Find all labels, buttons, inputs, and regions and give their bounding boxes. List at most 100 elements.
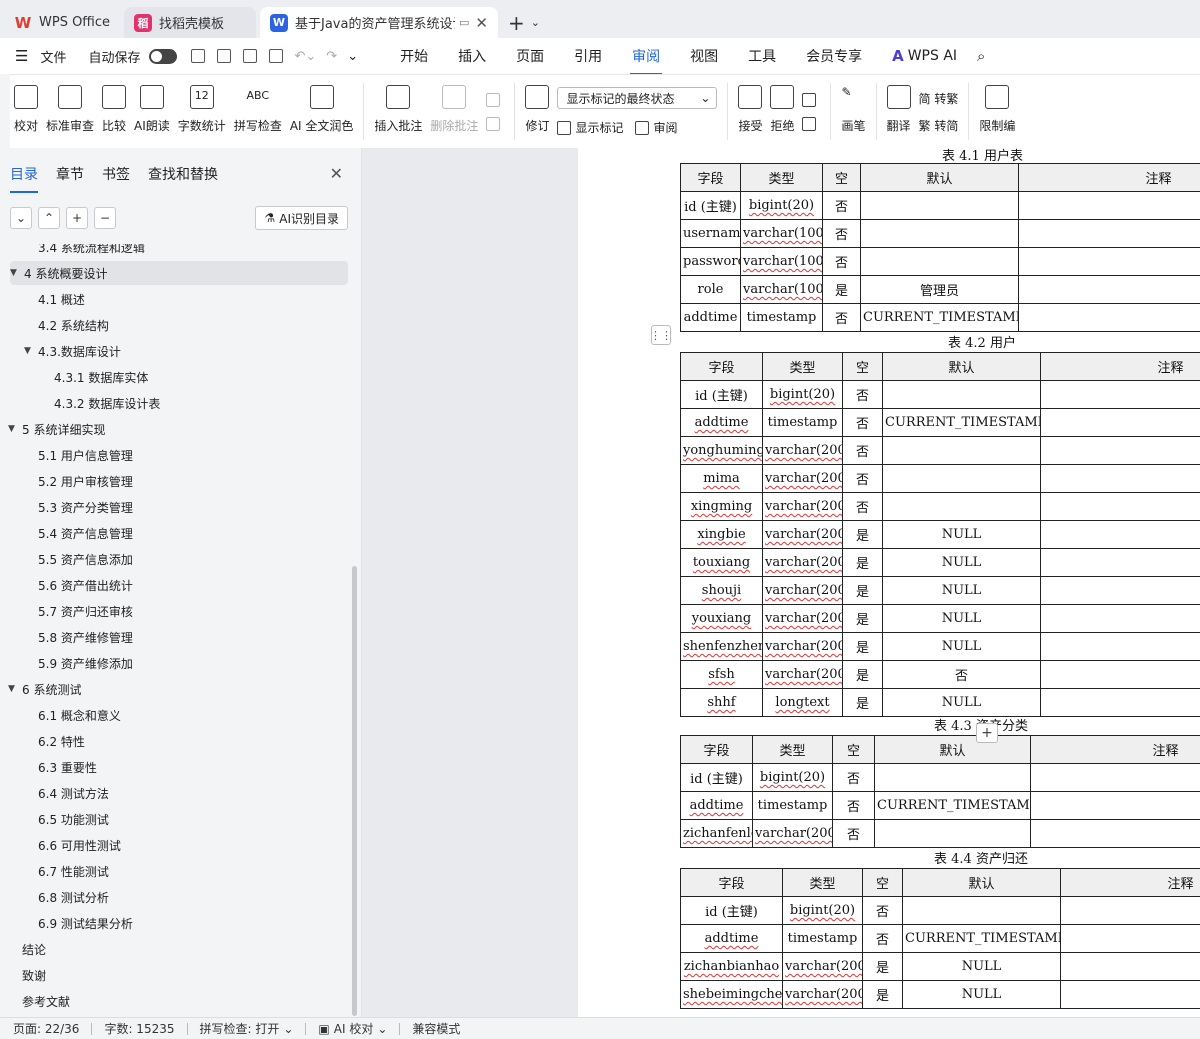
- toc-item[interactable]: 4.1 概述: [0, 287, 340, 311]
- table-cell[interactable]: shhf: [680, 688, 763, 717]
- toc-item[interactable]: 5.8 资产维修管理: [0, 625, 340, 649]
- toc-item[interactable]: 4.3.2 数据库设计表: [0, 391, 340, 415]
- table-cell[interactable]: [860, 247, 1019, 276]
- previous-comment-button[interactable]: [486, 92, 504, 107]
- table-cell[interactable]: mima: [680, 464, 763, 493]
- table-cell[interactable]: varchar(100): [740, 247, 823, 276]
- insert-row-icon[interactable]: +: [976, 723, 998, 743]
- table-cell[interactable]: 创建时间: [1040, 408, 1200, 437]
- table-cell[interactable]: CURRENT_TIMESTAMP: [874, 791, 1031, 820]
- previous-change-button[interactable]: [802, 92, 820, 107]
- table-cell[interactable]: NULL: [882, 576, 1041, 605]
- table-cell[interactable]: [882, 492, 1041, 521]
- table-cell[interactable]: 主键: [1030, 763, 1200, 792]
- table-cell[interactable]: 否: [822, 219, 861, 248]
- table-cell[interactable]: varchar(200): [762, 548, 843, 577]
- table-cell[interactable]: varchar(200): [762, 576, 843, 605]
- table-cell[interactable]: 用户名: [1018, 219, 1200, 248]
- table-cell[interactable]: 是: [842, 632, 883, 661]
- table-cell[interactable]: 性别: [1040, 520, 1200, 549]
- expand-caret-icon[interactable]: ▼: [10, 268, 24, 278]
- wps-ai-button[interactable]: A WPS AI: [877, 47, 972, 65]
- table-cell[interactable]: 创建时间: [1060, 924, 1200, 953]
- table-cell[interactable]: 资产分类: [1030, 819, 1200, 848]
- table-cell[interactable]: 邮箱: [1040, 604, 1200, 633]
- tab-insert[interactable]: 插入: [443, 46, 501, 66]
- share-icon[interactable]: [217, 49, 232, 63]
- to-simplified-button[interactable]: 繁 转简: [919, 117, 959, 134]
- table-cell[interactable]: NULL: [882, 632, 1041, 661]
- toc-item[interactable]: 5.4 资产信息管理: [0, 521, 340, 545]
- table-cell[interactable]: 是: [842, 548, 883, 577]
- table-cell[interactable]: 角色: [1018, 275, 1200, 304]
- expand-caret-icon[interactable]: ▼: [8, 424, 22, 434]
- table-cell[interactable]: 否: [822, 191, 861, 220]
- table-cell[interactable]: 否: [822, 303, 861, 332]
- table-cell[interactable]: varchar(200): [762, 660, 843, 689]
- toc-scrollbar[interactable]: [352, 566, 357, 1016]
- redo-icon[interactable]: ↷: [321, 49, 342, 64]
- toc-item[interactable]: 3.4 系统流程和逻辑: [0, 244, 340, 259]
- toc-item[interactable]: 5.5 资产信息添加: [0, 547, 340, 571]
- new-tab-icon[interactable]: +: [502, 7, 531, 38]
- table-cell[interactable]: 密码: [1040, 464, 1200, 493]
- table-cell[interactable]: NULL: [882, 520, 1041, 549]
- table-cell[interactable]: id (主键): [680, 191, 741, 220]
- toc-item[interactable]: 6.3 重要性: [0, 755, 340, 779]
- table-cell[interactable]: 否: [862, 896, 903, 925]
- panel-tab-find-replace[interactable]: 查找和替换: [148, 164, 218, 184]
- page-indicator[interactable]: 页面: 22/36: [13, 1020, 79, 1037]
- undo-icon[interactable]: ↶⌄: [289, 49, 321, 64]
- table-cell[interactable]: CURRENT_TIMESTAMP: [882, 408, 1041, 437]
- search-icon[interactable]: ⌕: [972, 47, 990, 65]
- table-cell[interactable]: 否: [832, 763, 875, 792]
- table-cell[interactable]: shebeimingcheng: [680, 980, 783, 1009]
- table-cell[interactable]: timestamp: [740, 303, 823, 332]
- table-cell[interactable]: 否: [842, 408, 883, 437]
- table-cell[interactable]: [874, 763, 1031, 792]
- toc-item[interactable]: 5.9 资产维修添加: [0, 651, 340, 675]
- ai-polish-button[interactable]: AI 全文润色: [290, 75, 353, 148]
- table-cell[interactable]: 创建时间: [1030, 791, 1200, 820]
- panel-tab-toc[interactable]: 目录: [10, 164, 38, 193]
- autosave-toggle[interactable]: [149, 48, 178, 64]
- table-move-handle-icon[interactable]: ⋮⋮: [650, 325, 672, 345]
- accept-button[interactable]: 接受: [738, 75, 762, 148]
- file-menu[interactable]: 文件: [35, 47, 71, 66]
- collapse-down-icon[interactable]: ⌄: [10, 207, 32, 229]
- tab-tools[interactable]: 工具: [733, 46, 791, 66]
- table-cell[interactable]: NULL: [902, 952, 1061, 981]
- toc-item[interactable]: ▼ 4.3.数据库设计: [0, 339, 340, 363]
- hamburger-icon[interactable]: ☰: [10, 47, 33, 65]
- table-cell[interactable]: [860, 219, 1019, 248]
- ink-button[interactable]: ✎ 画笔: [841, 75, 865, 148]
- spell-check-indicator[interactable]: 拼写检查: 打开 ⌄: [200, 1020, 294, 1037]
- word-count-button[interactable]: 12 字数统计: [178, 75, 226, 148]
- word-count-indicator[interactable]: 字数: 15235: [104, 1020, 174, 1037]
- toc-item[interactable]: ▼ 5 系统详细实现: [0, 417, 340, 441]
- table-cell[interactable]: varchar(200): [762, 520, 843, 549]
- table-cell[interactable]: addtime: [680, 791, 753, 820]
- table-cell[interactable]: zichanfenlei: [680, 819, 753, 848]
- table-cell[interactable]: NULL: [902, 980, 1061, 1009]
- table-cell[interactable]: shouji: [680, 576, 763, 605]
- table-cell[interactable]: [902, 896, 1061, 925]
- table-cell[interactable]: timestamp: [762, 408, 843, 437]
- table-cell[interactable]: id (主键): [680, 763, 753, 792]
- table-cell[interactable]: timestamp: [782, 924, 863, 953]
- next-comment-button[interactable]: [486, 116, 504, 131]
- toc-item[interactable]: 5.7 资产归还审核: [0, 599, 340, 623]
- table-cell[interactable]: [860, 191, 1019, 220]
- toc-item[interactable]: 6.8 测试分析: [0, 885, 340, 909]
- ai-toc-button[interactable]: ⚗ AI识别目录: [255, 206, 348, 230]
- tab-references[interactable]: 引用: [559, 46, 617, 66]
- toc-item[interactable]: 5.6 资产借出统计: [0, 573, 340, 597]
- table-cell[interactable]: CURRENT_TIMESTAMP: [860, 303, 1019, 332]
- table-cell[interactable]: 是: [842, 604, 883, 633]
- document-page[interactable]: 表 4.1 用户表字段类型空默认注释id (主键)bigint(20)否主键us…: [578, 148, 1200, 1017]
- table-cell[interactable]: 是: [842, 520, 883, 549]
- table-cell[interactable]: id (主键): [680, 380, 763, 409]
- compare-button[interactable]: 比较: [102, 75, 126, 148]
- table-cell[interactable]: 否: [842, 464, 883, 493]
- panel-tab-sections[interactable]: 章节: [56, 164, 84, 184]
